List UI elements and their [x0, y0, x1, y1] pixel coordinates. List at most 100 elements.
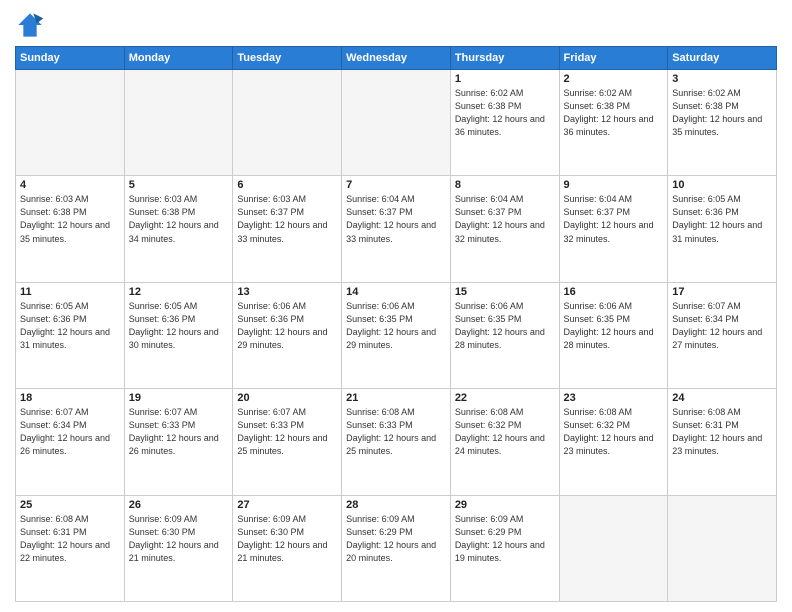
- calendar-cell: 6 Sunrise: 6:03 AM Sunset: 6:37 PM Daylig…: [233, 176, 342, 282]
- day-info: Sunrise: 6:04 AM Sunset: 6:37 PM Dayligh…: [564, 193, 664, 245]
- day-info: Sunrise: 6:06 AM Sunset: 6:35 PM Dayligh…: [455, 300, 555, 352]
- calendar-cell: 15 Sunrise: 6:06 AM Sunset: 6:35 PM Dayli…: [450, 282, 559, 388]
- calendar-cell: 27Sunrise: 6:09 AM Sunset: 6:30 PM Dayli…: [233, 495, 342, 601]
- calendar-cell: 3 Sunrise: 6:02 AM Sunset: 6:38 PM Daylig…: [668, 70, 777, 176]
- logo: [15, 10, 49, 40]
- calendar-cell: 23Sunrise: 6:08 AM Sunset: 6:32 PM Dayli…: [559, 389, 668, 495]
- calendar-cell: 24 Sunrise: 6:08 AM Sunset: 6:31 PM Dayli…: [668, 389, 777, 495]
- calendar-header-row: SundayMondayTuesdayWednesdayThursdayFrid…: [16, 47, 777, 70]
- day-info: Sunrise: 6:05 AM Sunset: 6:36 PM Dayligh…: [129, 300, 229, 352]
- day-number: 21: [346, 392, 446, 404]
- logo-icon: [15, 10, 45, 40]
- day-info: Sunrise: 6:06 AM Sunset: 6:35 PM Dayligh…: [564, 300, 664, 352]
- day-info: Sunrise: 6:06 AM Sunset: 6:36 PM Dayligh…: [237, 300, 337, 352]
- calendar-cell: 5 Sunrise: 6:03 AM Sunset: 6:38 PM Daylig…: [124, 176, 233, 282]
- weekday-header: Wednesday: [342, 47, 451, 70]
- calendar-table: SundayMondayTuesdayWednesdayThursdayFrid…: [15, 46, 777, 602]
- day-info: Sunrise: 6:03 AM Sunset: 6:37 PM Dayligh…: [237, 193, 337, 245]
- day-number: 19: [129, 392, 229, 404]
- calendar-cell: [668, 495, 777, 601]
- calendar-cell: 17Sunrise: 6:07 AM Sunset: 6:34 PM Dayli…: [668, 282, 777, 388]
- day-number: 5: [129, 179, 229, 191]
- day-number: 24: [672, 392, 772, 404]
- calendar-cell: 1 Sunrise: 6:02 AM Sunset: 6:38 PM Daylig…: [450, 70, 559, 176]
- calendar-week-row: 1 Sunrise: 6:02 AM Sunset: 6:38 PM Daylig…: [16, 70, 777, 176]
- day-info: Sunrise: 6:02 AM Sunset: 6:38 PM Dayligh…: [564, 87, 664, 139]
- calendar-cell: [342, 70, 451, 176]
- day-info: Sunrise: 6:03 AM Sunset: 6:38 PM Dayligh…: [129, 193, 229, 245]
- page: SundayMondayTuesdayWednesdayThursdayFrid…: [0, 0, 792, 612]
- calendar-cell: 9 Sunrise: 6:04 AM Sunset: 6:37 PM Daylig…: [559, 176, 668, 282]
- day-number: 4: [20, 179, 120, 191]
- day-number: 2: [564, 73, 664, 85]
- day-info: Sunrise: 6:07 AM Sunset: 6:33 PM Dayligh…: [237, 406, 337, 458]
- day-number: 3: [672, 73, 772, 85]
- day-info: Sunrise: 6:02 AM Sunset: 6:38 PM Dayligh…: [672, 87, 772, 139]
- day-info: Sunrise: 6:08 AM Sunset: 6:31 PM Dayligh…: [672, 406, 772, 458]
- day-number: 9: [564, 179, 664, 191]
- calendar-week-row: 25 Sunrise: 6:08 AM Sunset: 6:31 PM Dayli…: [16, 495, 777, 601]
- calendar-cell: 14Sunrise: 6:06 AM Sunset: 6:35 PM Dayli…: [342, 282, 451, 388]
- day-number: 13: [237, 286, 337, 298]
- day-info: Sunrise: 6:09 AM Sunset: 6:29 PM Dayligh…: [455, 513, 555, 565]
- calendar-week-row: 11 Sunrise: 6:05 AM Sunset: 6:36 PM Dayli…: [16, 282, 777, 388]
- calendar-cell: 20 Sunrise: 6:07 AM Sunset: 6:33 PM Dayli…: [233, 389, 342, 495]
- calendar-cell: 12 Sunrise: 6:05 AM Sunset: 6:36 PM Dayli…: [124, 282, 233, 388]
- day-info: Sunrise: 6:07 AM Sunset: 6:33 PM Dayligh…: [129, 406, 229, 458]
- day-number: 22: [455, 392, 555, 404]
- calendar-week-row: 4 Sunrise: 6:03 AM Sunset: 6:38 PM Daylig…: [16, 176, 777, 282]
- weekday-header: Saturday: [668, 47, 777, 70]
- day-number: 6: [237, 179, 337, 191]
- day-info: Sunrise: 6:08 AM Sunset: 6:32 PM Dayligh…: [564, 406, 664, 458]
- day-info: Sunrise: 6:09 AM Sunset: 6:30 PM Dayligh…: [237, 513, 337, 565]
- day-info: Sunrise: 6:09 AM Sunset: 6:29 PM Dayligh…: [346, 513, 446, 565]
- day-info: Sunrise: 6:04 AM Sunset: 6:37 PM Dayligh…: [455, 193, 555, 245]
- day-info: Sunrise: 6:09 AM Sunset: 6:30 PM Dayligh…: [129, 513, 229, 565]
- day-info: Sunrise: 6:07 AM Sunset: 6:34 PM Dayligh…: [20, 406, 120, 458]
- calendar-cell: 4 Sunrise: 6:03 AM Sunset: 6:38 PM Daylig…: [16, 176, 125, 282]
- calendar-cell: 7Sunrise: 6:04 AM Sunset: 6:37 PM Daylig…: [342, 176, 451, 282]
- day-info: Sunrise: 6:03 AM Sunset: 6:38 PM Dayligh…: [20, 193, 120, 245]
- day-number: 29: [455, 499, 555, 511]
- calendar-cell: [16, 70, 125, 176]
- header: [15, 10, 777, 40]
- day-number: 7: [346, 179, 446, 191]
- calendar-cell: 11 Sunrise: 6:05 AM Sunset: 6:36 PM Dayli…: [16, 282, 125, 388]
- calendar-cell: 19 Sunrise: 6:07 AM Sunset: 6:33 PM Dayli…: [124, 389, 233, 495]
- day-number: 12: [129, 286, 229, 298]
- calendar-cell: 28 Sunrise: 6:09 AM Sunset: 6:29 PM Dayli…: [342, 495, 451, 601]
- calendar-cell: 8Sunrise: 6:04 AM Sunset: 6:37 PM Daylig…: [450, 176, 559, 282]
- day-info: Sunrise: 6:02 AM Sunset: 6:38 PM Dayligh…: [455, 87, 555, 139]
- day-number: 26: [129, 499, 229, 511]
- calendar-cell: 26 Sunrise: 6:09 AM Sunset: 6:30 PM Dayli…: [124, 495, 233, 601]
- calendar-cell: 18 Sunrise: 6:07 AM Sunset: 6:34 PM Dayli…: [16, 389, 125, 495]
- weekday-header: Monday: [124, 47, 233, 70]
- calendar-cell: [124, 70, 233, 176]
- day-info: Sunrise: 6:08 AM Sunset: 6:31 PM Dayligh…: [20, 513, 120, 565]
- calendar-week-row: 18 Sunrise: 6:07 AM Sunset: 6:34 PM Dayli…: [16, 389, 777, 495]
- day-number: 15: [455, 286, 555, 298]
- day-info: Sunrise: 6:08 AM Sunset: 6:33 PM Dayligh…: [346, 406, 446, 458]
- day-number: 25: [20, 499, 120, 511]
- calendar-cell: 10Sunrise: 6:05 AM Sunset: 6:36 PM Dayli…: [668, 176, 777, 282]
- weekday-header: Sunday: [16, 47, 125, 70]
- calendar-cell: [559, 495, 668, 601]
- weekday-header: Tuesday: [233, 47, 342, 70]
- day-info: Sunrise: 6:08 AM Sunset: 6:32 PM Dayligh…: [455, 406, 555, 458]
- day-info: Sunrise: 6:05 AM Sunset: 6:36 PM Dayligh…: [20, 300, 120, 352]
- calendar-cell: 25 Sunrise: 6:08 AM Sunset: 6:31 PM Dayli…: [16, 495, 125, 601]
- day-number: 16: [564, 286, 664, 298]
- calendar-cell: 29 Sunrise: 6:09 AM Sunset: 6:29 PM Dayli…: [450, 495, 559, 601]
- weekday-header: Thursday: [450, 47, 559, 70]
- calendar-cell: 21 Sunrise: 6:08 AM Sunset: 6:33 PM Dayli…: [342, 389, 451, 495]
- day-number: 18: [20, 392, 120, 404]
- day-number: 11: [20, 286, 120, 298]
- day-number: 28: [346, 499, 446, 511]
- calendar-cell: [233, 70, 342, 176]
- day-info: Sunrise: 6:07 AM Sunset: 6:34 PM Dayligh…: [672, 300, 772, 352]
- day-number: 20: [237, 392, 337, 404]
- day-number: 1: [455, 73, 555, 85]
- calendar-cell: 22 Sunrise: 6:08 AM Sunset: 6:32 PM Dayli…: [450, 389, 559, 495]
- weekday-header: Friday: [559, 47, 668, 70]
- day-number: 14: [346, 286, 446, 298]
